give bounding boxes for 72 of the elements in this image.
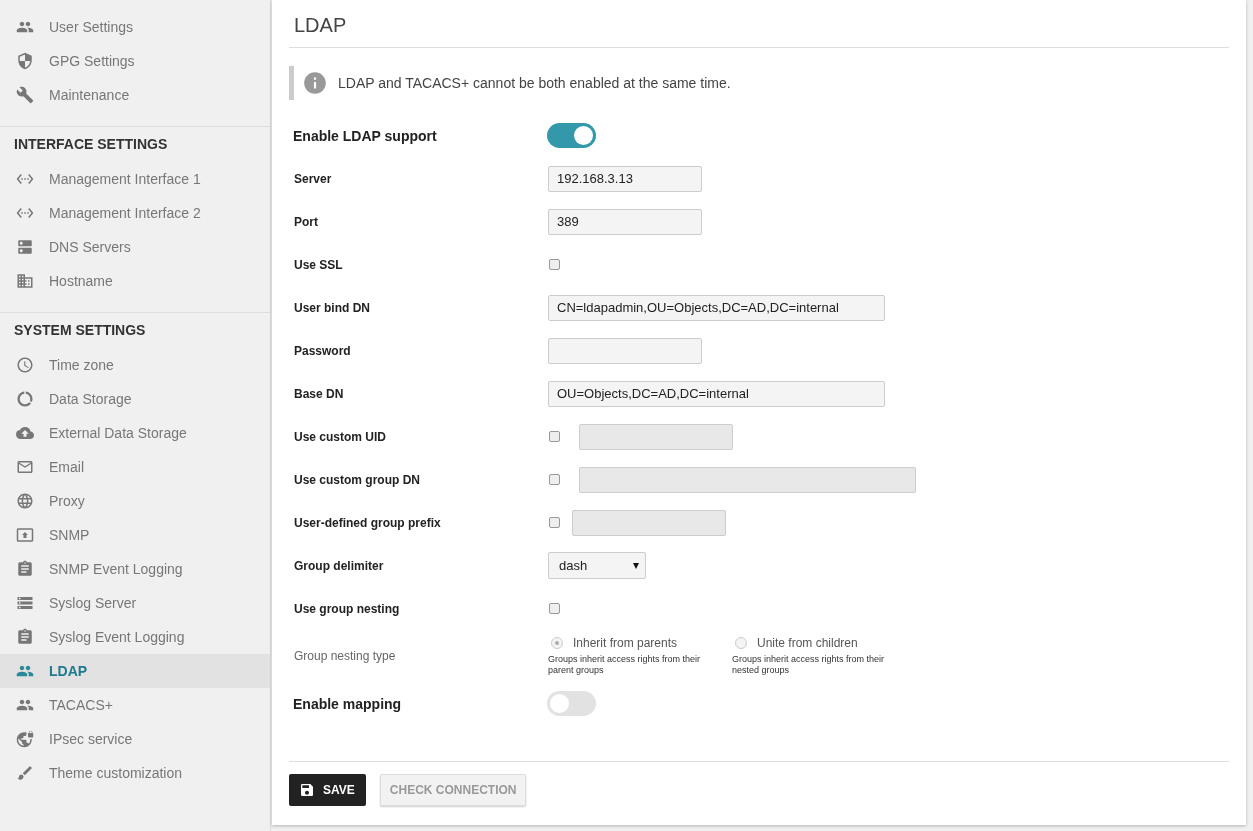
field-label: Use custom UID [293, 429, 388, 444]
sidebar-item[interactable]: Management Interface 1 [0, 162, 270, 196]
input-field[interactable]: 192.168.3.13 [548, 165, 702, 192]
option-hint: Groups inherit access rights from their parent groups [548, 654, 702, 676]
clock-icon [16, 356, 34, 374]
field-label: Group delimiter [293, 558, 385, 573]
field-label: Enable LDAP support [292, 127, 438, 144]
option-label: Unite from children [757, 636, 858, 650]
field-label: Use SSL [293, 257, 344, 272]
field-label: Port [293, 214, 319, 229]
save-icon [299, 782, 315, 798]
sidebar-item[interactable]: Proxy [0, 484, 270, 518]
input-field[interactable]: OU=Objects,DC=AD,DC=internal [548, 380, 885, 407]
globe-lock-icon [16, 730, 34, 748]
sidebar-item[interactable]: Syslog Event Logging [0, 620, 270, 654]
field-label: Password [293, 343, 352, 358]
toggle-switch[interactable] [547, 691, 596, 716]
info-icon [302, 70, 328, 96]
sidebar-item[interactable]: Data Storage [0, 382, 270, 416]
input-field[interactable]: 389 [548, 208, 702, 235]
sidebar-item[interactable]: DNS Servers [0, 230, 270, 264]
sidebar-item[interactable]: GPG Settings [0, 44, 270, 78]
save-button[interactable]: SAVE [289, 774, 366, 806]
sidebar-item[interactable]: User Settings [0, 10, 270, 44]
input-field[interactable]: CN=ldapadmin,OU=Objects,DC=AD,DC=internal [548, 294, 885, 321]
sidebar-item[interactable]: TACACS+ [0, 688, 270, 722]
sidebar-item[interactable]: Maintenance [0, 78, 270, 112]
toggle-switch[interactable] [547, 123, 596, 148]
cloud-upload-icon [16, 424, 34, 442]
section-heading: INTERFACE SETTINGS [13, 135, 169, 154]
server-icon [16, 238, 34, 256]
mail-icon [16, 458, 34, 476]
caret-icon [633, 562, 639, 569]
clipboard-icon [16, 628, 34, 646]
field-label: Enable mapping [292, 695, 403, 712]
section-heading: SYSTEM SETTINGS [13, 321, 147, 340]
brush-icon [16, 764, 34, 782]
sidebar-item[interactable]: Syslog Server [0, 586, 270, 620]
option-hint: Groups inherit access rights from their nested groups [732, 654, 886, 676]
checkbox[interactable] [549, 603, 560, 614]
sidebar-item[interactable]: Time zone [0, 348, 270, 382]
sidebar-item[interactable]: IPsec service [0, 722, 270, 756]
sidebar-item[interactable]: External Data Storage [0, 416, 270, 450]
field-label: User bind DN [293, 300, 371, 315]
sidebar-item[interactable]: SNMP [0, 518, 270, 552]
sidebar-item[interactable]: Hostname [0, 264, 270, 298]
upload-screen-icon [16, 526, 34, 544]
sidebar-item[interactable]: LDAP [0, 654, 270, 688]
building-icon [16, 272, 34, 290]
input-field[interactable] [548, 337, 702, 364]
storage-icon [16, 594, 34, 612]
field-label: Group nesting type [293, 649, 397, 663]
sidebar-item[interactable]: Management Interface 2 [0, 196, 270, 230]
notice-text: LDAP and TACACS+ cannot be both enabled at the same time. [338, 75, 731, 91]
globe-icon [16, 492, 34, 510]
sidebar-item[interactable]: Email [0, 450, 270, 484]
sidebar-item[interactable]: SNMP Event Logging [0, 552, 270, 586]
clipboard-icon [16, 560, 34, 578]
ring-icon [16, 390, 34, 408]
field-label: Use group nesting [293, 601, 401, 616]
checkbox[interactable] [549, 259, 560, 270]
wrench-icon [16, 86, 34, 104]
check-connection-button[interactable]: CHECK CONNECTION [379, 774, 527, 806]
page-title: LDAP [289, 0, 1229, 48]
field-label: User-defined group prefix [293, 515, 442, 530]
field-label: Server [293, 171, 333, 186]
field-label: Use custom group DN [293, 472, 421, 487]
sidebar-item[interactable]: Theme customization [0, 756, 270, 790]
shield-icon [16, 52, 34, 70]
dropdown[interactable]: dash [548, 552, 646, 579]
field-label: Base DN [293, 386, 345, 401]
option-label: Inherit from parents [573, 636, 678, 650]
